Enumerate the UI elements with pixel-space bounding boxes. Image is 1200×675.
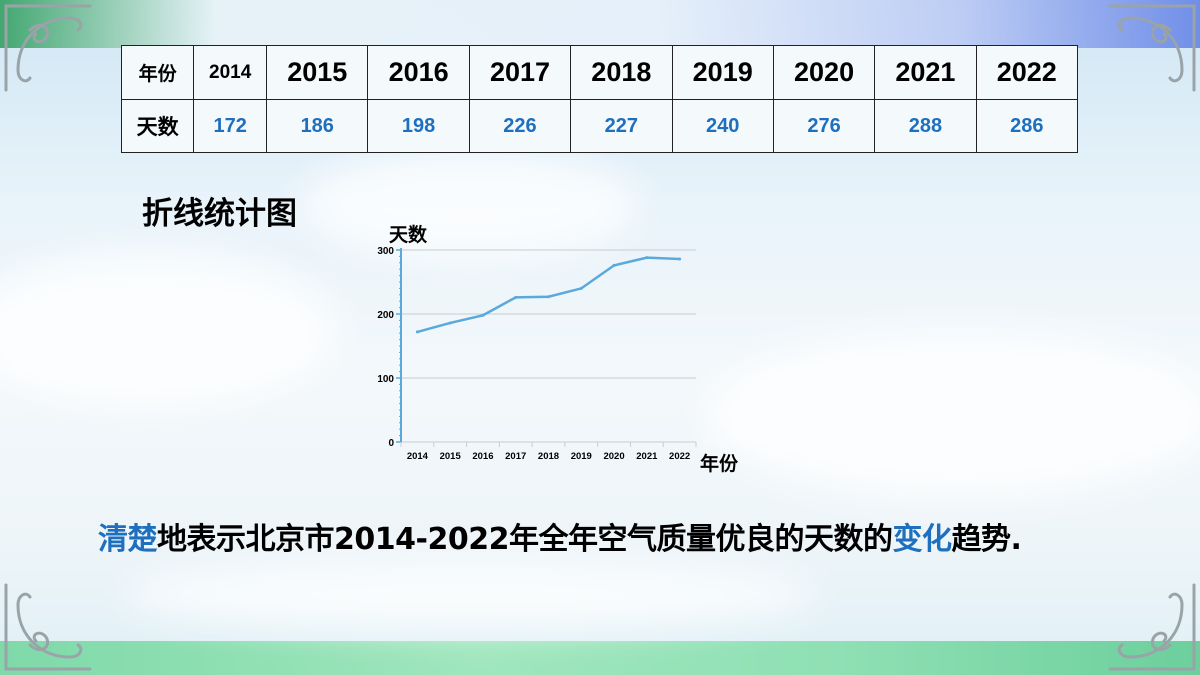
table-year-cell: 2016: [367, 44, 470, 101]
corner-ornament-bottom-left: [4, 583, 92, 671]
table-value-cell: 186: [266, 99, 369, 153]
summary-highlight-clearly: 清楚: [98, 522, 158, 557]
table-header-year-label: 年份: [120, 44, 195, 101]
table-value-cell: 276: [772, 99, 876, 153]
table-row-days: 天数 172 186 198 226 227 240 276 288 286: [120, 99, 1079, 153]
table-year-cell: 2014: [193, 44, 268, 101]
line-chart: 天数 年份 0 100 200 300 2014 2015 2016 2017 2018 201…: [377, 223, 739, 475]
data-point: [415, 330, 419, 334]
data-point: [547, 295, 550, 299]
table-value-cell: 240: [671, 99, 774, 153]
table-year-cell: 2015: [266, 44, 369, 101]
data-point: [645, 256, 649, 260]
table-row-days-label: 天数: [120, 99, 195, 153]
x-tick-label: 2014: [407, 451, 429, 462]
x-tick-label: 2022: [669, 451, 690, 462]
table-value-cell: 286: [975, 99, 1079, 153]
x-tick-label: 2017: [505, 451, 526, 462]
data-point: [678, 257, 682, 261]
data-point: [612, 263, 616, 267]
summary-sentence: 清楚地表示北京市2014-2022年全年空气质量优良的天数的变化趋势.: [98, 514, 1022, 558]
data-table: 年份 2014 2015 2016 2017 2018 2019 2020 20…: [120, 44, 1079, 153]
table-value-cell: 288: [874, 99, 977, 153]
cloud-decor: [0, 250, 340, 410]
table-year-cell: 2019: [671, 44, 774, 101]
y-tick-label: 0: [388, 438, 394, 449]
table-value-cell: 198: [367, 99, 470, 153]
table-year-cell: 2017: [468, 44, 572, 101]
table-year-cell: 2022: [975, 44, 1079, 101]
table-value-cell: 172: [193, 99, 268, 153]
y-axis-label: 天数: [389, 223, 428, 246]
summary-text-end: 趋势.: [951, 522, 1022, 557]
corner-ornament-top-left: [4, 4, 92, 92]
x-tick-label: 2021: [636, 451, 658, 462]
top-decor-band: [0, 0, 1200, 48]
corner-ornament-bottom-right: [1108, 583, 1196, 671]
table-row-years: 年份 2014 2015 2016 2017 2018 2019 2020 20…: [120, 44, 1079, 101]
y-tick-label: 100: [377, 374, 394, 385]
table-value-cell: 227: [570, 99, 673, 153]
data-point: [579, 286, 583, 290]
data-point: [514, 295, 518, 299]
x-tick-label: 2015: [440, 451, 462, 462]
table-year-cell: 2021: [874, 44, 977, 101]
series-line: [417, 256, 680, 334]
table-year-cell: 2018: [570, 44, 673, 101]
table-value-cell: 226: [468, 99, 572, 153]
data-point: [448, 321, 452, 325]
x-axis-label: 年份: [700, 452, 739, 475]
corner-ornament-top-right: [1108, 4, 1196, 92]
y-tick-label: 300: [377, 246, 394, 257]
x-tick-label: 2018: [538, 451, 559, 462]
section-title: 折线统计图: [142, 196, 297, 232]
x-tick-label: 2019: [571, 451, 592, 462]
table-year-cell: 2020: [772, 44, 876, 101]
data-point: [481, 313, 485, 317]
bottom-decor-band: [0, 641, 1200, 675]
x-tick-label: 2016: [472, 451, 493, 462]
summary-highlight-change: 变化: [892, 522, 952, 557]
cloud-decor: [120, 560, 820, 630]
x-tick-label: 2020: [603, 451, 624, 462]
y-tick-label: 200: [377, 310, 394, 321]
summary-text-middle: 地表示北京市2014-2022年全年空气质量优良的天数的: [157, 522, 893, 557]
